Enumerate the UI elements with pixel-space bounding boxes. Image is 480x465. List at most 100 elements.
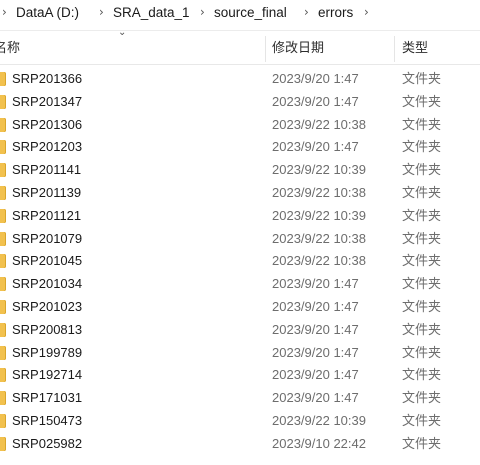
- column-header-date[interactable]: 修改日期: [272, 34, 324, 64]
- folder-icon: [0, 277, 6, 292]
- modified-date: 2023/9/20 1:47: [272, 298, 359, 314]
- breadcrumb-item-sra-data[interactable]: SRA_data_1: [111, 5, 192, 20]
- breadcrumb-item-source-final[interactable]: source_final: [212, 5, 289, 20]
- file-row[interactable]: SRP201306 2023/9/22 10:38 文件夹: [0, 114, 480, 137]
- file-row[interactable]: SRP192714 2023/9/20 1:47 文件夹: [0, 364, 480, 387]
- folder-icon: [0, 208, 6, 223]
- column-divider[interactable]: [265, 36, 266, 62]
- folder-icon: [0, 117, 6, 132]
- folder-icon: [0, 72, 6, 86]
- modified-date: 2023/9/20 1:47: [272, 367, 359, 383]
- file-name: SRP200813: [12, 321, 83, 337]
- file-row[interactable]: SRP199789 2023/9/20 1:47 文件夹: [0, 342, 480, 365]
- folder-icon: [0, 368, 6, 383]
- column-header-name[interactable]: 名称: [0, 34, 20, 64]
- file-name: SRP201034: [12, 276, 83, 292]
- modified-date: 2023/9/22 10:38: [272, 116, 366, 132]
- folder-icon: [0, 94, 6, 109]
- modified-date: 2023/9/20 1:47: [272, 390, 359, 406]
- file-name: SRP201347: [12, 93, 83, 109]
- file-list: SRP201366 2023/9/20 1:47 文件夹 SRP201347 2023/…: [0, 68, 480, 456]
- file-name: SRP171031: [12, 390, 83, 406]
- file-row[interactable]: SRP201023 2023/9/20 1:47 文件夹: [0, 296, 480, 319]
- header-divider: [0, 64, 480, 65]
- breadcrumb-item-errors[interactable]: errors: [316, 5, 355, 20]
- modified-date: 2023/9/20 1:47: [272, 71, 359, 86]
- folder-icon: [0, 231, 6, 246]
- chevron-right-icon[interactable]: ›: [2, 5, 7, 19]
- file-name: SRP201306: [12, 116, 83, 132]
- file-row[interactable]: SRP201203 2023/9/20 1:47 文件夹: [0, 136, 480, 159]
- file-type: 文件夹: [402, 367, 442, 383]
- column-header-type[interactable]: 类型: [402, 34, 428, 64]
- file-row[interactable]: SRP201079 2023/9/22 10:38 文件夹: [0, 228, 480, 251]
- modified-date: 2023/9/20 1:47: [272, 93, 359, 109]
- file-type: 文件夹: [402, 412, 442, 428]
- modified-date: 2023/9/22 10:38: [272, 230, 366, 246]
- file-name: SRP201141: [12, 162, 82, 178]
- file-row[interactable]: SRP171031 2023/9/20 1:47 文件夹: [0, 387, 480, 410]
- folder-icon: [0, 140, 6, 155]
- chevron-right-icon[interactable]: ›: [99, 5, 104, 19]
- modified-date: 2023/9/22 10:39: [272, 412, 366, 428]
- folder-icon: [0, 345, 6, 360]
- modified-date: 2023/9/22 10:38: [272, 253, 366, 269]
- folder-icon: [0, 163, 6, 178]
- chevron-right-icon[interactable]: ›: [364, 5, 369, 19]
- modified-date: 2023/9/22 10:38: [272, 184, 366, 200]
- file-type: 文件夹: [402, 298, 442, 314]
- address-breadcrumb: › DataA (D:) › SRA_data_1 › source_final…: [0, 0, 480, 31]
- chevron-right-icon[interactable]: ›: [200, 5, 205, 19]
- file-row[interactable]: SRP025982 2023/9/10 22:42 文件夹: [0, 433, 480, 456]
- breadcrumb-item-drive[interactable]: DataA (D:): [14, 5, 81, 20]
- file-row[interactable]: SRP201141 2023/9/22 10:39 文件夹: [0, 159, 480, 182]
- modified-date: 2023/9/20 1:47: [272, 321, 359, 337]
- file-type: 文件夹: [402, 139, 442, 155]
- modified-date: 2023/9/22 10:39: [272, 162, 366, 178]
- modified-date: 2023/9/20 1:47: [272, 139, 359, 155]
- file-row[interactable]: SRP201034 2023/9/20 1:47 文件夹: [0, 273, 480, 296]
- file-name: SRP150473: [12, 412, 83, 428]
- file-type: 文件夹: [402, 207, 442, 223]
- file-row[interactable]: SRP201347 2023/9/20 1:47 文件夹: [0, 91, 480, 114]
- file-name: SRP201079: [12, 230, 83, 246]
- file-type: 文件夹: [402, 93, 442, 109]
- modified-date: 2023/9/20 1:47: [272, 276, 359, 292]
- file-row[interactable]: SRP150473 2023/9/22 10:39 文件夹: [0, 410, 480, 433]
- folder-icon: [0, 254, 6, 269]
- file-type: 文件夹: [402, 184, 442, 200]
- file-type: 文件夹: [402, 230, 442, 246]
- folder-icon: [0, 299, 6, 314]
- file-name: SRP199789: [12, 344, 83, 360]
- column-divider[interactable]: [394, 36, 395, 62]
- file-row[interactable]: SRP201045 2023/9/22 10:38 文件夹: [0, 250, 480, 273]
- file-type: 文件夹: [402, 253, 442, 269]
- file-type: 文件夹: [402, 276, 442, 292]
- modified-date: 2023/9/10 22:42: [272, 435, 366, 451]
- file-type: 文件夹: [402, 344, 442, 360]
- folder-icon: [0, 413, 6, 428]
- modified-date: 2023/9/22 10:39: [272, 207, 366, 223]
- folder-icon: [0, 185, 6, 200]
- file-name: SRP201045: [12, 253, 83, 269]
- file-name: SRP192714: [12, 367, 83, 383]
- file-row[interactable]: SRP201121 2023/9/22 10:39 文件夹: [0, 205, 480, 228]
- file-row[interactable]: SRP200813 2023/9/20 1:47 文件夹: [0, 319, 480, 342]
- file-row[interactable]: SRP201139 2023/9/22 10:38 文件夹: [0, 182, 480, 205]
- file-type: 文件夹: [402, 390, 442, 406]
- column-header-row: 名称 修改日期 类型: [0, 34, 480, 64]
- file-type: 文件夹: [402, 321, 442, 337]
- file-name: SRP201139: [12, 184, 82, 200]
- file-row[interactable]: SRP201366 2023/9/20 1:47 文件夹: [0, 68, 480, 91]
- modified-date: 2023/9/20 1:47: [272, 344, 359, 360]
- folder-icon: [0, 322, 6, 337]
- file-type: 文件夹: [402, 71, 442, 86]
- file-name: SRP201366: [12, 71, 83, 86]
- file-type: 文件夹: [402, 162, 442, 178]
- chevron-right-icon[interactable]: ›: [304, 5, 309, 19]
- file-name: SRP201023: [12, 298, 83, 314]
- file-name: SRP025982: [12, 435, 83, 451]
- folder-icon: [0, 391, 6, 406]
- file-type: 文件夹: [402, 435, 442, 451]
- folder-icon: [0, 436, 6, 451]
